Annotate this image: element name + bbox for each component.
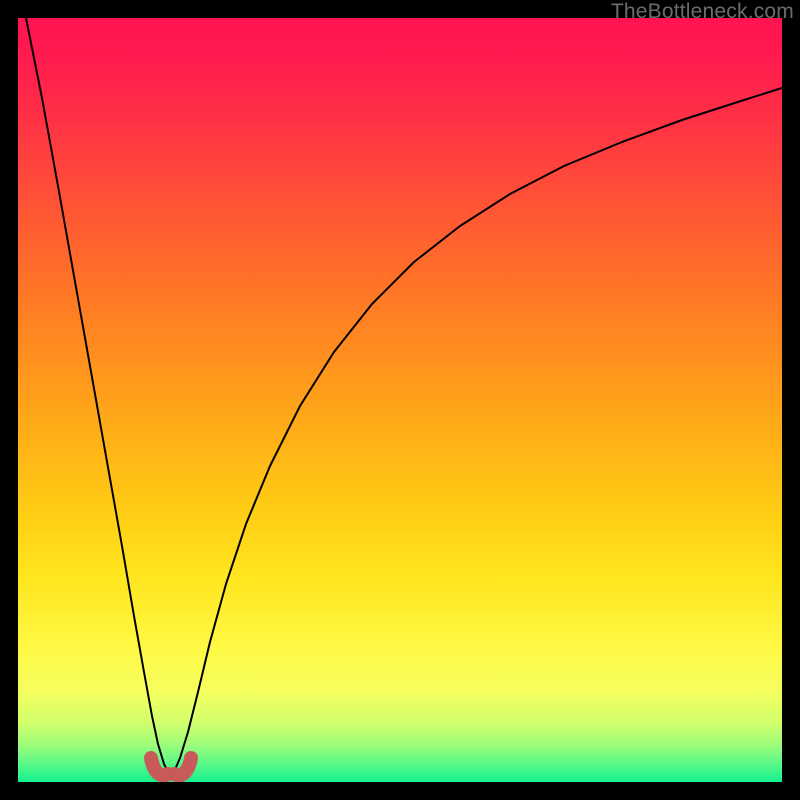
- bottleneck-curve: [26, 18, 782, 777]
- vertex-marker-icon: [151, 758, 191, 775]
- chart-stage: TheBottleneck.com: [0, 0, 800, 800]
- plot-area: [18, 18, 782, 782]
- curve-layer: [18, 18, 782, 782]
- watermark-label: TheBottleneck.com: [611, 0, 794, 24]
